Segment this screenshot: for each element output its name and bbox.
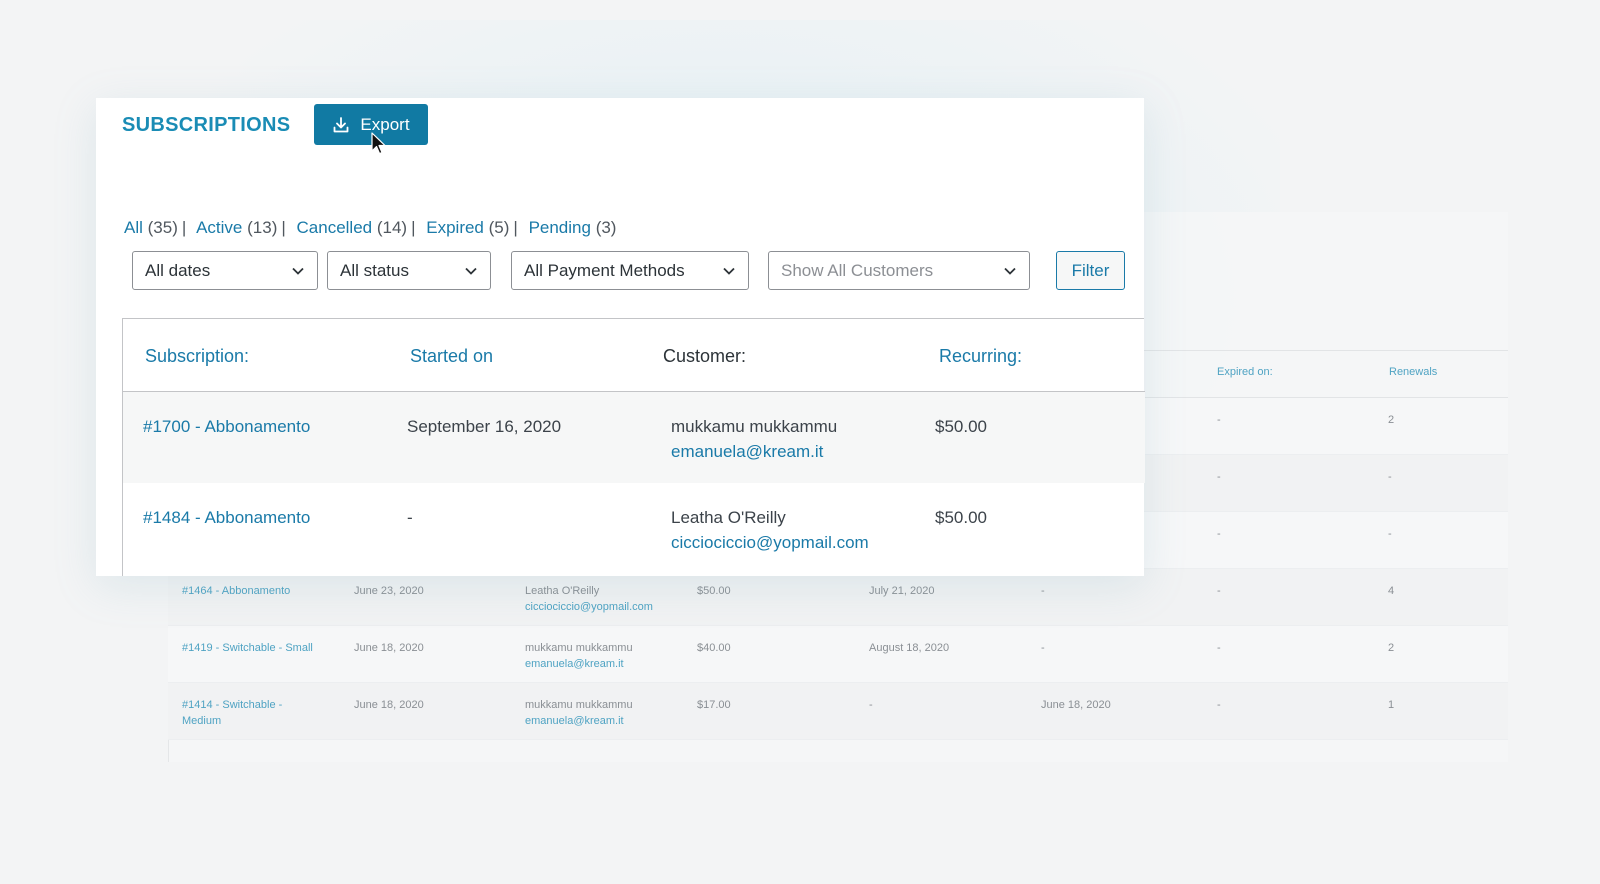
subscription-link[interactable]: #1700 - Abbonamento [143,414,310,439]
download-icon [334,116,349,132]
customer-cell: mukkamu mukkammu emanuela@kream.it [671,414,837,464]
bg-table-row: #1419 - Switchable - Small June 18, 2020… [168,626,1508,683]
bg-started-on: June 18, 2020 [354,699,424,711]
status-link-pending[interactable]: Pending [529,218,591,237]
bg-cell: 2 [1388,414,1395,426]
background-table-header [1140,350,1508,398]
customers-select[interactable]: Show All Customers [768,251,1030,290]
customer-email-link[interactable]: cicciociccio@yopmail.com [671,530,869,555]
bg-header-expired-on[interactable]: Expired on: [1217,366,1273,378]
bg-cell: - [1217,642,1221,654]
bg-cell: - [1217,528,1221,540]
header-started-on[interactable]: Started on [410,346,493,367]
page-title: SUBSCRIPTIONS [122,114,291,136]
bg-cell: - [1217,699,1221,711]
bg-subscription-link[interactable]: #1464 - Abbonamento [182,583,290,599]
subscriptions-card: SUBSCRIPTIONS Export All (35) | Active (1… [96,98,1145,576]
bg-customer-email[interactable]: emanuela@kream.it [525,656,633,672]
bg-subscription-link[interactable]: #1419 - Switchable - Small [182,640,313,656]
bg-recurring: $50.00 [697,585,731,597]
header-recurring[interactable]: Recurring: [939,346,1022,367]
bg-table-row: #1414 - Switchable - Medium June 18, 202… [168,683,1508,740]
status-select-value: All status [340,260,409,280]
subscriptions-table: Subscription: Started on Customer: Recur… [122,318,1145,576]
bg-subscription-link[interactable]: #1414 - Switchable - Medium [182,697,282,729]
bg-started-on: June 18, 2020 [354,642,424,654]
bg-renewals: 4 [1388,585,1395,597]
bg-cell: - [1217,471,1221,483]
bg-cell: August 18, 2020 [869,642,950,654]
bg-cell: June 18, 2020 [1041,699,1111,711]
separator: | [181,218,187,237]
bg-customer: Leatha O'Reilly cicciociccio@yopmail.com [525,583,653,615]
customer-name: Leatha O'Reilly [671,508,786,527]
status-link-expired[interactable]: Expired [426,218,484,237]
bg-customer: mukkamu mukkammu emanuela@kream.it [525,640,633,672]
status-link-all[interactable]: All [124,218,143,237]
bg-cell: - [1217,414,1221,426]
dates-select-value: All dates [145,260,211,280]
bg-customer-name: mukkamu mukkammu [525,642,633,654]
bg-subscription-line1: #1414 - Switchable - [182,699,283,711]
status-link-active[interactable]: Active [196,218,242,237]
status-filter-links: All (35) | Active (13) | Cancelled (14) | E… [124,218,616,238]
bg-cell: - [1041,585,1045,597]
separator: | [513,218,518,237]
bg-started-on: June 23, 2020 [354,585,424,597]
bg-customer-name: Leatha O'Reilly [525,585,600,597]
chevron-down-icon [292,267,304,275]
bg-cell: - [1217,585,1221,597]
table-row: #1484 - Abbonamento - Leatha O'Reilly ci… [123,483,1145,574]
recurring-amount: $50.00 [935,417,987,436]
status-count-all: (35) [147,218,178,237]
chevron-down-icon [465,267,477,275]
payment-methods-select-value: All Payment Methods [524,260,685,280]
table-header: Subscription: Started on Customer: Recur… [123,319,1145,392]
bg-table-row: #1464 - Abbonamento June 23, 2020 Leatha… [168,569,1508,626]
separator: | [281,218,286,237]
mouse-cursor-icon [371,132,386,155]
chevron-down-icon [723,267,735,275]
subscription-link[interactable]: #1484 - Abbonamento [143,505,310,530]
bg-customer: mukkamu mukkammu emanuela@kream.it [525,697,633,729]
header-customer: Customer: [663,346,747,366]
status-count-pending: (3) [595,218,617,237]
chevron-down-icon [1004,267,1016,275]
bg-subscription-line2: Medium [182,715,222,727]
customer-name: mukkamu mukkammu [671,417,838,436]
subscription-link-cell: #1700 - Abbonamento [143,414,310,439]
bg-cell: July 21, 2020 [869,585,935,597]
status-count-expired: (5) [488,218,510,237]
bg-customer-email[interactable]: cicciociccio@yopmail.com [525,599,653,615]
recurring-amount: $50.00 [935,508,987,527]
header-subscription[interactable]: Subscription: [145,346,249,367]
status-count-active: (13) [247,218,278,237]
bg-cell: - [869,699,873,711]
bg-recurring: $17.00 [697,699,731,711]
customer-email-link[interactable]: emanuela@kream.it [671,439,837,464]
customer-cell: Leatha O'Reilly cicciociccio@yopmail.com [671,505,869,555]
table-row: #1700 - Abbonamento September 16, 2020 m… [123,392,1145,483]
started-on: September 16, 2020 [407,417,562,436]
bg-recurring: $40.00 [697,642,731,654]
bg-cell: - [1388,471,1392,483]
bg-customer-name: mukkamu mukkammu [525,699,633,711]
payment-methods-select[interactable]: All Payment Methods [511,251,749,290]
started-on: - [407,508,413,527]
bg-cell: - [1388,528,1392,540]
separator: | [411,218,416,237]
filter-button[interactable]: Filter [1056,251,1125,290]
status-count-cancelled: (14) [376,218,408,237]
dates-select[interactable]: All dates [132,251,318,290]
status-link-cancelled[interactable]: Cancelled [297,218,373,237]
bg-customer-email[interactable]: emanuela@kream.it [525,713,633,729]
status-select[interactable]: All status [327,251,491,290]
bg-cell: - [1041,642,1045,654]
subscription-link-cell: #1484 - Abbonamento [143,505,310,530]
customers-select-placeholder: Show All Customers [781,260,934,280]
bg-renewals: 2 [1388,642,1395,654]
bg-renewals: 1 [1388,699,1395,711]
bg-header-renewals[interactable]: Renewals [1389,366,1437,378]
